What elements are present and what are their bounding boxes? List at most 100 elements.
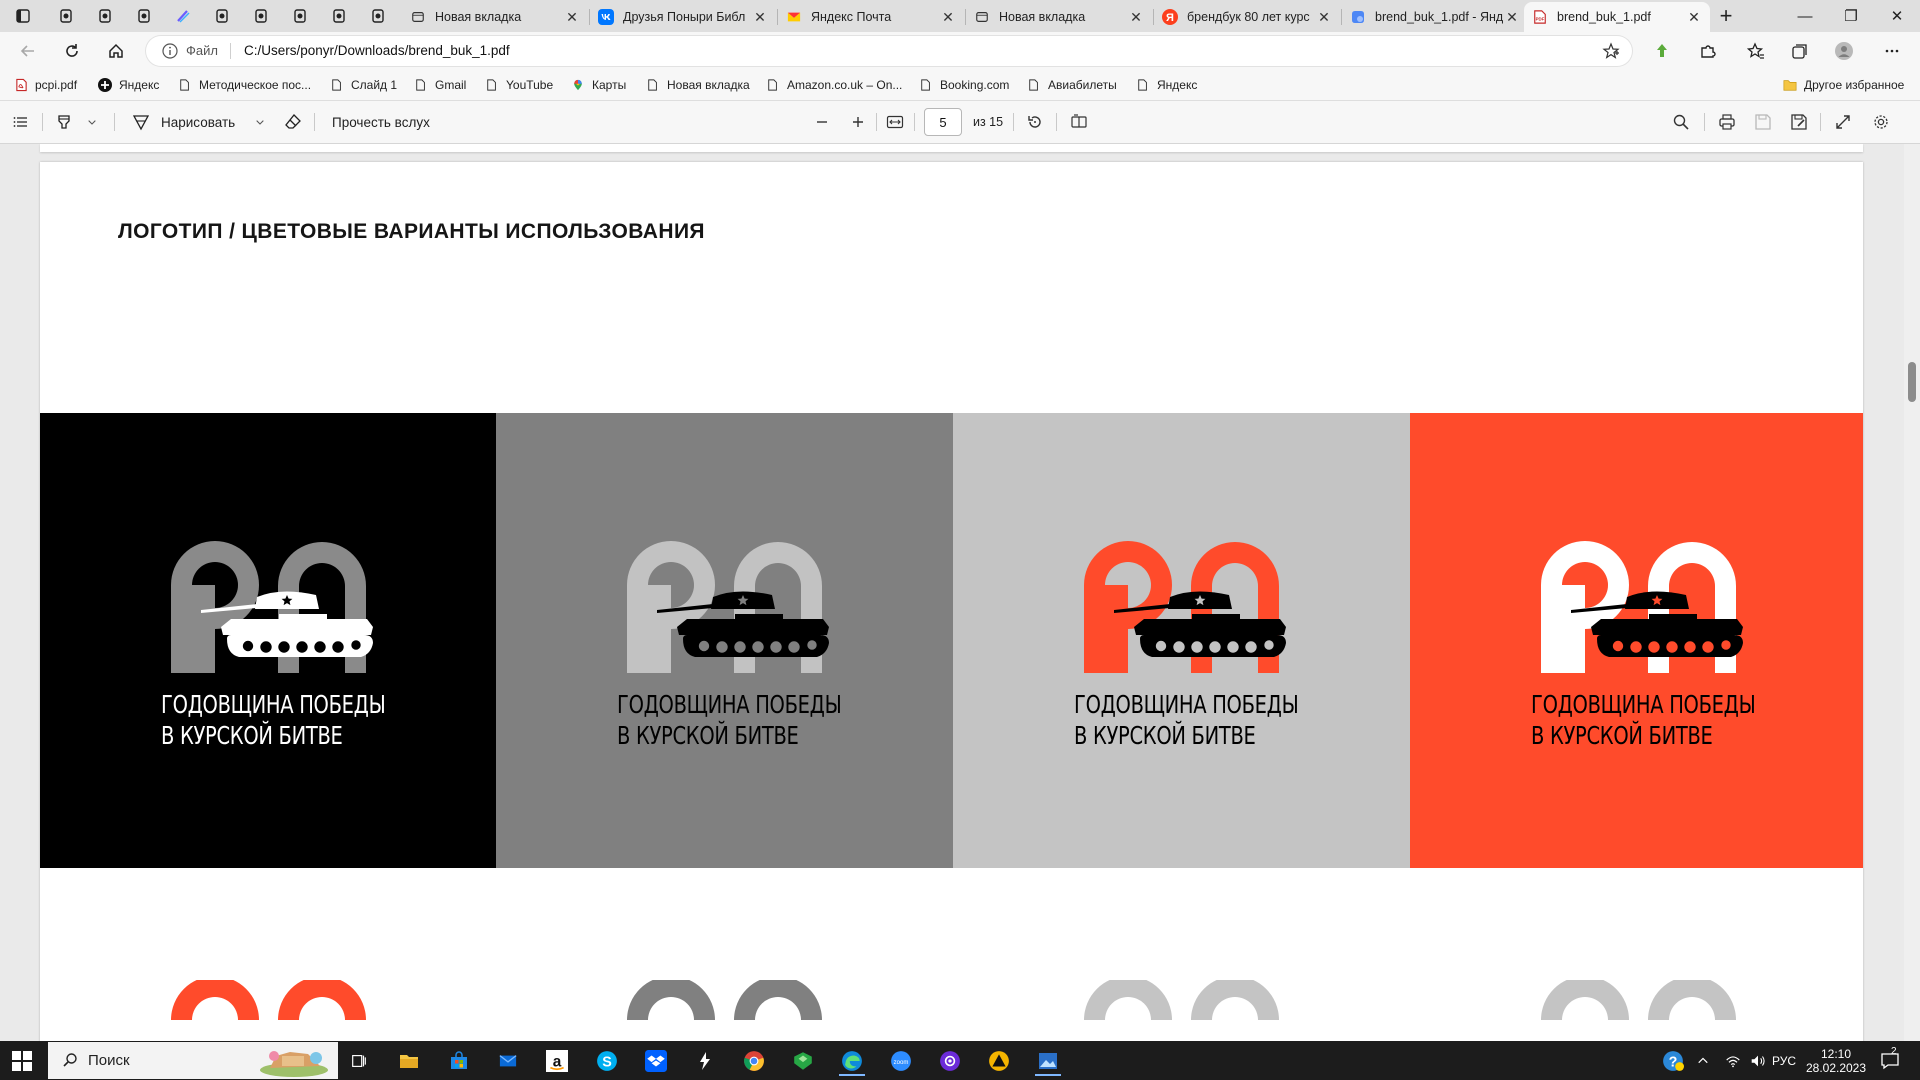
tab-actions-icon[interactable] [11,4,35,28]
task-view-icon[interactable] [346,1048,372,1074]
wifi-icon[interactable] [1724,1041,1742,1080]
app-triangle-icon[interactable] [986,1048,1012,1074]
pinned-tab-icon[interactable] [249,4,273,28]
extension-button[interactable] [1648,37,1676,65]
draw-button[interactable]: Нарисовать [132,112,235,132]
bookmark-item[interactable]: Слайд 1 [330,76,397,94]
bookmark-item[interactable]: Авиабилеты [1027,76,1117,94]
pinned-tab-pen-icon[interactable] [171,4,195,28]
notifications-button[interactable]: 2 [1880,1041,1900,1080]
home-button[interactable] [102,37,130,65]
tab-close-icon[interactable]: ✕ [752,9,768,26]
tab-close-icon[interactable]: ✕ [1504,9,1520,26]
minimize-button[interactable]: — [1782,0,1828,32]
tab-yandex-docs-pdf[interactable]: brend_buk_1.pdf - Янд ✕ [1342,2,1528,32]
help-icon[interactable]: ? [1662,1041,1684,1080]
show-hidden-icons-icon[interactable] [1697,1041,1709,1080]
fit-width-button[interactable] [886,112,904,132]
bookmark-item[interactable]: YouTube [485,76,553,94]
zoom-icon[interactable]: zoom [888,1048,914,1074]
erase-button[interactable] [284,112,302,132]
clock[interactable]: 12:10 28.02.2023 [1806,1041,1866,1080]
bookmark-item[interactable]: Новая вкладка [646,76,750,94]
scrollbar-thumb[interactable] [1908,362,1916,402]
pinned-tab-icon[interactable] [132,4,156,28]
rotate-button[interactable] [1026,112,1044,132]
taskbar-search-box[interactable]: Поиск [48,1042,338,1079]
bookmark-item[interactable]: Яндекс [1136,76,1197,94]
new-tab-button[interactable]: + [1714,3,1738,28]
favorites-button[interactable] [1742,37,1770,65]
print-button[interactable] [1718,112,1736,132]
pinned-tab-icon[interactable] [288,4,312,28]
page-view-button[interactable] [1070,112,1088,132]
file-explorer-icon[interactable] [396,1048,422,1074]
microsoft-store-icon[interactable] [446,1048,472,1074]
tab-new-tab[interactable]: Новая вкладка ✕ [402,2,588,32]
fullscreen-button[interactable] [1834,112,1852,132]
pinned-tab-icon[interactable] [327,4,351,28]
tab-yandex-mail[interactable]: Яндекс Почта ✕ [778,2,964,32]
tab-new-tab[interactable]: Новая вкладка ✕ [966,2,1152,32]
volume-icon[interactable] [1749,1041,1767,1080]
bookmark-item[interactable]: Методическое пос... [178,76,311,94]
podcast-app-icon[interactable] [937,1048,963,1074]
info-icon[interactable] [162,43,178,59]
read-aloud-button[interactable]: Прочесть вслух [332,112,430,132]
chrome-icon[interactable] [741,1048,767,1074]
edge-icon[interactable] [839,1048,865,1076]
bookmark-item[interactable]: pcpi.pdf [14,76,77,94]
highlight-button[interactable] [55,112,73,132]
pinned-tab-icon[interactable] [210,4,234,28]
tab-close-icon[interactable]: ✕ [1316,9,1332,26]
pinned-tab-icon[interactable] [93,4,117,28]
tab-vk-friends[interactable]: Друзья Поныри Библ ✕ [590,2,776,32]
draw-options-button[interactable] [254,112,266,132]
mail-icon[interactable] [495,1048,521,1074]
dropbox-icon[interactable] [643,1048,669,1074]
page-number-input[interactable]: 5 [924,108,962,136]
tab-close-icon[interactable]: ✕ [564,9,580,26]
bookmark-item[interactable]: Amazon.co.uk – On... [766,76,902,94]
zoom-out-button[interactable] [813,112,831,132]
pdf-viewer[interactable]: ЛОГОТИП / ЦВЕТОВЫЕ ВАРИАНТЫ ИСПОЛЬЗОВАНИ… [0,144,1920,1041]
language-indicator[interactable]: РУС [1772,1041,1796,1080]
more-menu-button[interactable] [1878,37,1906,65]
app-lightning-icon[interactable] [692,1048,718,1074]
other-favorites-folder[interactable]: Другое избранное [1783,76,1904,94]
windows-start-icon[interactable] [12,1051,32,1071]
close-window-button[interactable]: ✕ [1874,0,1920,32]
bookmark-item[interactable]: Gmail [414,76,466,94]
add-favorite-icon[interactable] [1602,42,1620,60]
highlight-options-button[interactable] [86,112,98,132]
search-button[interactable] [1672,112,1690,132]
back-button[interactable] [14,37,42,65]
zoom-in-button[interactable] [849,112,867,132]
url-text[interactable]: C:/Users/ponyr/Downloads/brend_buk_1.pdf [244,43,510,58]
save-as-button[interactable] [1790,112,1808,132]
photos-icon[interactable] [1035,1048,1061,1076]
extensions-button[interactable] [1694,37,1722,65]
app-shield-icon[interactable] [790,1048,816,1074]
amazon-icon[interactable]: a [544,1048,570,1074]
pdf-settings-button[interactable] [1872,112,1890,132]
bookmark-item[interactable]: Карты [571,76,626,94]
profile-button[interactable] [1830,37,1858,65]
tab-close-icon[interactable]: ✕ [1686,9,1702,26]
contents-button[interactable] [12,112,30,132]
pinned-tab-icon[interactable] [366,4,390,28]
collections-button[interactable] [1786,37,1814,65]
bookmark-item[interactable]: Booking.com [919,76,1009,94]
tab-yandex-search[interactable]: Я брендбук 80 лет курс ✕ [1154,2,1340,32]
refresh-button[interactable] [58,37,86,65]
address-field[interactable]: Файл C:/Users/ponyr/Downloads/brend_buk_… [146,36,1632,66]
workspaces-icon[interactable] [54,4,78,28]
tab-close-icon[interactable]: ✕ [1128,9,1144,26]
bookmark-item[interactable]: Яндекс [98,76,159,94]
skype-icon[interactable]: S [594,1048,620,1074]
tab-close-icon[interactable]: ✕ [940,9,956,26]
save-button[interactable] [1754,112,1772,132]
restore-button[interactable]: ❐ [1828,0,1874,32]
vertical-scrollbar[interactable] [1904,144,1920,1041]
tab-pdf-active[interactable]: PDF brend_buk_1.pdf ✕ [1524,2,1710,32]
